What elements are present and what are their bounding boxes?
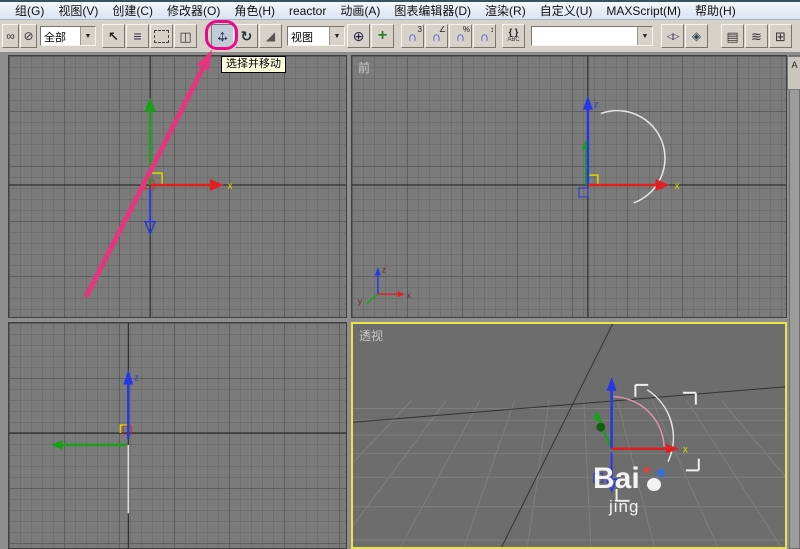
chevron-down-icon[interactable]: ▼ (80, 27, 95, 45)
viewport-top[interactable]: x (8, 55, 347, 318)
spinner-snap-button[interactable] (473, 24, 496, 48)
select-object-button[interactable] (102, 24, 125, 48)
selection-filter-dropdown-value: 全部 (44, 32, 66, 44)
menu-item-4[interactable]: 修改器(O) (160, 2, 227, 19)
reference-coordinate-dropdown[interactable]: 视图 ▼ (287, 26, 345, 46)
layer-manager-button[interactable] (721, 24, 744, 48)
watermark-text-2: jing (609, 497, 640, 516)
curve-editor-button[interactable] (745, 24, 768, 48)
schematic-view-button[interactable] (769, 24, 792, 48)
chevron-down-icon[interactable]: ▼ (329, 27, 344, 45)
select-and-rotate-button[interactable] (235, 24, 258, 48)
menu-item-12[interactable]: 帮助(H) (688, 2, 743, 19)
viewport-front[interactable]: 前 z x z x y (351, 55, 787, 318)
viewport-front-label: 前 (358, 61, 371, 75)
chevron-down-icon[interactable]: ▼ (637, 27, 652, 45)
viewport-area: x 前 z x z x y z 透视 x Bai jing A (0, 53, 800, 549)
menu-item-7[interactable]: 动画(A) (333, 2, 387, 19)
svg-text:x: x (683, 445, 688, 456)
front-viewport-gizmo: z x z x y (352, 56, 786, 317)
menu-item-10[interactable]: 自定义(U) (533, 2, 600, 19)
viewport-left[interactable]: z (8, 322, 347, 549)
baidu-watermark: Bai jing (593, 464, 665, 517)
menu-bar: 组(G) 视图(V) 创建(C) 修改器(O) 角色(H) reactor 动画(A) 图表编… (0, 2, 800, 20)
angle-snap-button[interactable] (425, 24, 448, 48)
svg-text:x: x (228, 181, 233, 192)
rectangular-selection-button[interactable] (150, 24, 173, 48)
svg-text:x: x (407, 291, 411, 300)
window-crossing-button[interactable] (174, 24, 197, 48)
select-by-name-button[interactable] (126, 24, 149, 48)
select-and-move-button[interactable]: 选择并移动 (205, 20, 286, 73)
use-center-button[interactable] (347, 24, 370, 48)
menu-item-6[interactable]: reactor (282, 4, 333, 18)
left-viewport-gizmo: z (9, 323, 346, 548)
unlink-selection-button[interactable] (20, 24, 37, 48)
align-button[interactable] (685, 24, 708, 48)
mirror-button[interactable] (661, 24, 684, 48)
svg-text:z: z (382, 265, 386, 274)
menu-item-1[interactable]: 组(G) (8, 2, 51, 19)
menu-item-2[interactable]: 视图(V) (51, 2, 105, 19)
viewport-perspective[interactable]: 透视 x Bai jing (351, 322, 787, 549)
svg-text:y: y (358, 297, 362, 306)
tooltip: 选择并移动 (221, 56, 286, 73)
percent-snap-button[interactable] (449, 24, 472, 48)
menu-item-3[interactable]: 创建(C) (105, 2, 160, 19)
menu-item-9[interactable]: 渲染(R) (478, 2, 533, 19)
top-viewport-gizmo: x (9, 56, 346, 317)
perspective-viewport-gizmo: x (353, 324, 785, 547)
named-selection-sets-button[interactable] (502, 24, 525, 48)
select-and-manipulate-button[interactable] (371, 24, 394, 48)
snap-toggle-button[interactable] (401, 24, 424, 48)
select-and-scale-button[interactable] (259, 24, 282, 48)
viewport-perspective-label: 透视 (359, 329, 384, 343)
command-panel-strip[interactable]: A (787, 55, 800, 549)
watermark-text-1: Bai (593, 462, 640, 495)
menu-item-11[interactable]: MAXScript(M) (599, 4, 688, 18)
select-and-link-button[interactable] (2, 24, 19, 48)
svg-text:z: z (134, 373, 139, 383)
highlight-ring (205, 20, 238, 50)
reference-coordinate-dropdown-value: 视图 (291, 32, 313, 44)
menu-item-5[interactable]: 角色(H) (227, 2, 282, 19)
svg-text:x: x (675, 181, 680, 192)
svg-text:z: z (594, 100, 599, 110)
command-panel-tab[interactable]: A (787, 56, 800, 90)
baidu-paw-icon (643, 467, 665, 491)
menu-item-8[interactable]: 图表编辑器(D) (387, 2, 478, 19)
main-toolbar: 全部 ▼ 选择并移动视图 ▼ ▼ (0, 20, 800, 73)
selection-filter-dropdown[interactable]: 全部 ▼ (40, 26, 96, 46)
named-selection-dropdown[interactable]: ▼ (531, 26, 653, 46)
named-selection-dropdown-value (532, 27, 637, 45)
